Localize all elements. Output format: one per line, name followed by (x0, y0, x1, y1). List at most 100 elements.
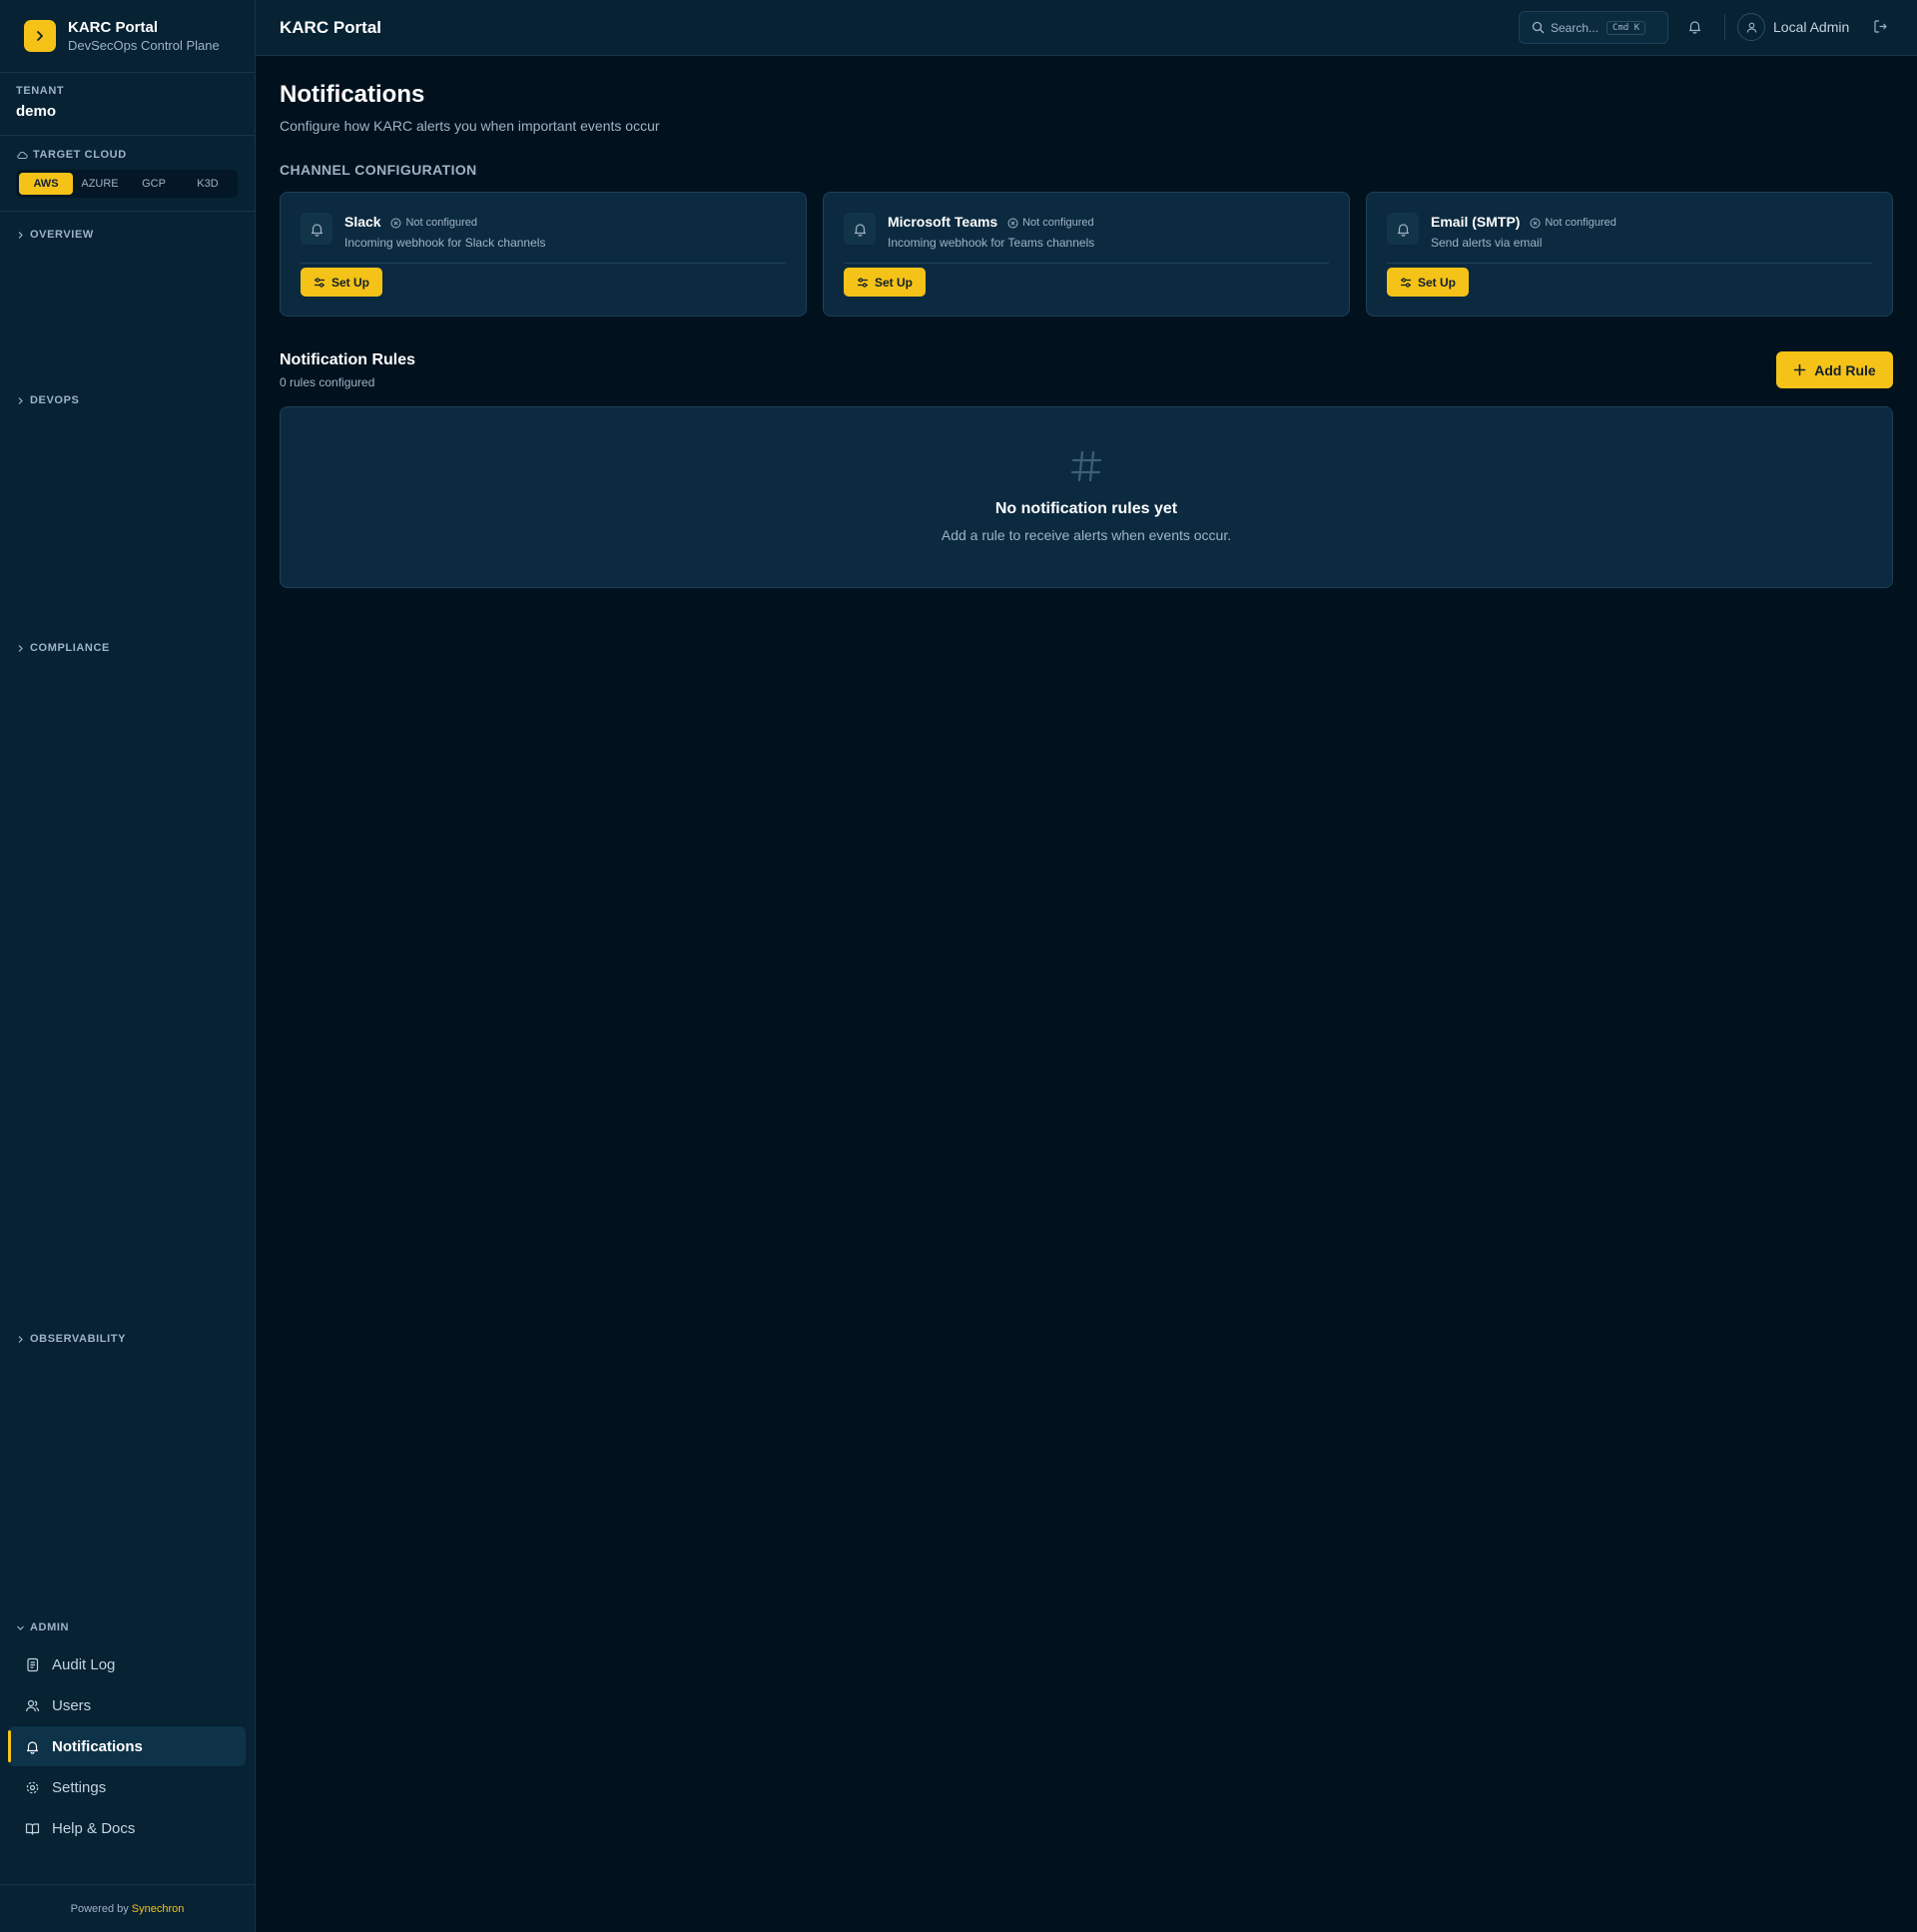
nav-group-overview[interactable]: OVERVIEW (16, 229, 94, 241)
notification-rules-heading: Notification Rules (280, 351, 416, 368)
sidebar-item-label: Notifications (52, 1737, 143, 1755)
powered-by-brand-link[interactable]: Synechron (132, 1903, 185, 1915)
search-button[interactable]: Search... Cmd K (1519, 11, 1668, 44)
bell-icon (1688, 21, 1701, 34)
status-text: Not configured (405, 217, 478, 230)
user-icon (1746, 22, 1756, 33)
teams-setup-button[interactable]: Set Up (844, 268, 926, 297)
cloud-option-aws[interactable]: AWS (19, 173, 73, 195)
divider (844, 263, 1329, 264)
users-icon (25, 1699, 40, 1711)
channel-configuration-heading: CHANNEL CONFIGURATION (280, 162, 477, 178)
nav-group-observability[interactable]: OBSERVABILITY (16, 1333, 126, 1345)
divider (1387, 263, 1872, 264)
channel-card-email-smtp: Email (SMTP) Not configured Send alerts … (1366, 192, 1893, 317)
chevron-right-icon (24, 20, 56, 52)
chevron-right-icon (18, 1335, 23, 1343)
user-name[interactable]: Local Admin (1773, 19, 1849, 35)
avatar[interactable] (1737, 13, 1765, 41)
nav-group-label: DEVOPS (30, 394, 80, 406)
empty-state-subtitle: Add a rule to receive alerts when events… (941, 527, 1232, 543)
status-text: Not configured (1022, 217, 1094, 230)
bell-icon (26, 1740, 39, 1754)
sidebar-item-users[interactable]: Users (8, 1685, 246, 1725)
brand-subtitle: DevSecOps Control Plane (68, 38, 220, 53)
channel-description: Send alerts via email (1431, 236, 1543, 250)
brand[interactable]: KARC Portal DevSecOps Control Plane (0, 0, 255, 73)
empty-state-title: No notification rules yet (994, 500, 1178, 517)
chevron-down-icon (17, 1625, 24, 1630)
target-cloud-section: TARGET CLOUD AWS AZURE GCP K3D (0, 136, 255, 212)
sidebar-item-settings[interactable]: Settings (8, 1767, 246, 1807)
bell-icon (1387, 213, 1419, 245)
cloud-option-azure[interactable]: AZURE (73, 173, 127, 195)
sidebar-item-notifications[interactable]: Notifications (8, 1726, 246, 1766)
channel-card-microsoft-teams: Microsoft Teams Not configured Incoming … (823, 192, 1350, 317)
search-placeholder: Search... (1551, 20, 1599, 35)
tenant-section: TENANT demo (0, 73, 255, 136)
nav-group-label: OBSERVABILITY (30, 1333, 127, 1345)
powered-by-footer: Powered by Synechron (0, 1884, 255, 1932)
channel-name: Microsoft Teams (888, 214, 998, 230)
slack-setup-button[interactable]: Set Up (301, 268, 382, 297)
active-indicator (8, 1730, 11, 1762)
topbar-title: KARC Portal (280, 18, 382, 37)
nav-group-admin[interactable]: ADMIN (16, 1621, 69, 1633)
bell-icon (844, 213, 876, 245)
chevron-right-icon (18, 231, 23, 239)
sidebar-item-audit-log[interactable]: Audit Log (8, 1644, 246, 1684)
sidebar-item-label: Settings (52, 1778, 107, 1796)
email-setup-button[interactable]: Set Up (1387, 268, 1469, 297)
status-text: Not configured (1545, 217, 1616, 230)
button-label: Set Up (330, 275, 369, 290)
cloud-icon (17, 152, 28, 159)
status-badge: Not configured (1007, 217, 1094, 229)
nav-group-label: OVERVIEW (30, 229, 94, 241)
cloud-option-k3d[interactable]: K3D (181, 173, 235, 195)
gear-icon (26, 1781, 39, 1793)
logout-button[interactable] (1873, 19, 1888, 39)
sidebar-item-help-docs[interactable]: Help & Docs (8, 1808, 246, 1848)
nav-group-compliance[interactable]: COMPLIANCE (16, 642, 110, 654)
button-label: Set Up (874, 275, 913, 290)
channel-card-slack: Slack Not configured Incoming webhook fo… (280, 192, 807, 317)
x-circle-icon (1007, 218, 1018, 229)
page-subtitle: Configure how KARC alerts you when impor… (280, 118, 660, 134)
status-badge: Not configured (390, 217, 477, 229)
plus-icon (1793, 363, 1806, 376)
channel-description: Incoming webhook for Slack channels (344, 236, 546, 250)
bell-icon (301, 213, 332, 245)
chevron-right-icon (18, 396, 23, 404)
nav-group-label: COMPLIANCE (30, 642, 110, 654)
chevron-right-icon (18, 644, 23, 652)
status-badge: Not configured (1530, 217, 1616, 229)
sidebar-item-label: Help & Docs (52, 1819, 136, 1837)
search-shortcut: Cmd K (1606, 20, 1646, 35)
powered-by-text: Powered by (70, 1902, 129, 1915)
nav-group-label: ADMIN (30, 1621, 70, 1633)
sidebar-item-label: Users (52, 1696, 92, 1714)
nav-group-devops[interactable]: DEVOPS (16, 394, 79, 406)
top-bar: KARC Portal Search... Cmd K Local Admin (256, 0, 1917, 56)
sidebar: KARC Portal DevSecOps Control Plane TENA… (0, 0, 256, 1932)
x-circle-icon (1530, 218, 1541, 229)
add-rule-button[interactable]: Add Rule (1776, 351, 1893, 388)
notifications-bell-button[interactable] (1687, 19, 1702, 39)
divider (301, 263, 786, 264)
channel-name: Email (SMTP) (1431, 214, 1521, 230)
channel-name: Slack (344, 214, 381, 230)
empty-state-panel: No notification rules yet Add a rule to … (280, 406, 1893, 588)
search-icon (1532, 21, 1545, 34)
channel-description: Incoming webhook for Teams channels (888, 236, 1095, 250)
book-icon (25, 1822, 40, 1835)
divider (1724, 14, 1725, 40)
logout-icon (1874, 20, 1887, 33)
sliders-icon (314, 277, 324, 288)
cloud-option-gcp[interactable]: GCP (127, 173, 181, 195)
cloud-selector: AWS AZURE GCP K3D (16, 170, 238, 198)
target-cloud-label: TARGET CLOUD (33, 149, 127, 161)
brand-title: KARC Portal (68, 19, 159, 36)
sliders-icon (1400, 277, 1411, 288)
hash-icon (1070, 450, 1102, 482)
tenant-value[interactable]: demo (16, 103, 239, 120)
